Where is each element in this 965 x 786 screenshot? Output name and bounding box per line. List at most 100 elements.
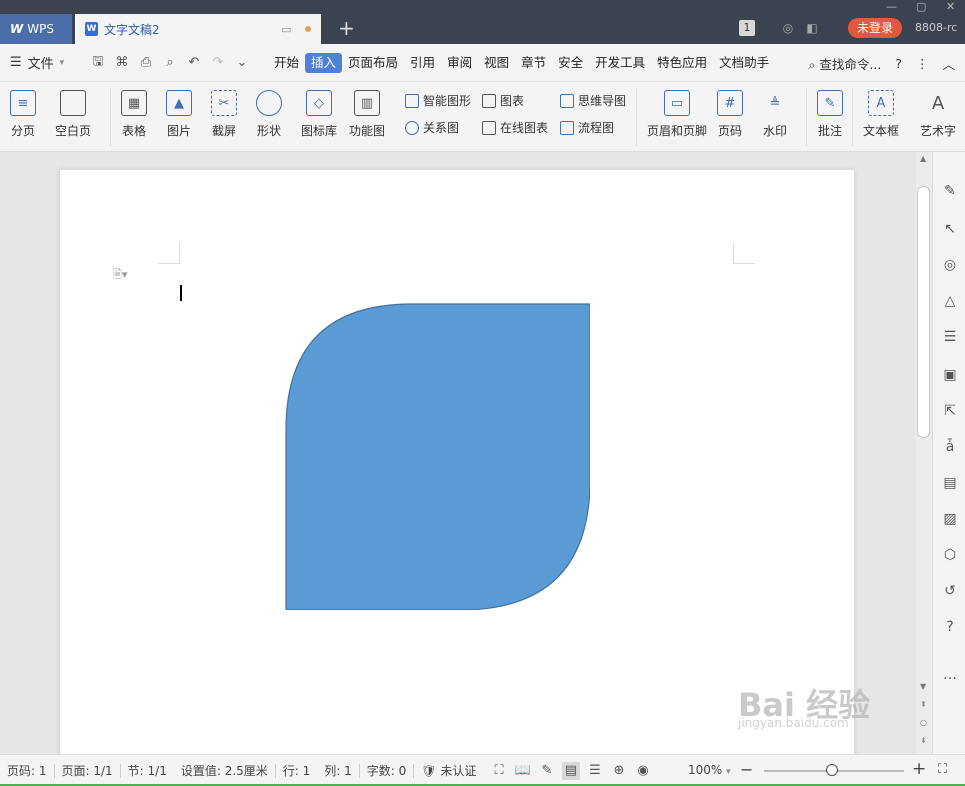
translate-icon[interactable]: ǡ	[941, 438, 959, 456]
ribbon-divider	[110, 88, 111, 146]
tab-developer[interactable]: 开发工具	[589, 53, 651, 73]
redo-icon[interactable]: ↷	[206, 55, 230, 70]
page-break-button[interactable]: ≡ 分页	[10, 90, 36, 139]
zoom-out-button[interactable]: −	[740, 760, 753, 779]
status-certification[interactable]: 🛡 未认证	[414, 762, 483, 779]
picture-panel-icon[interactable]: ▨	[941, 510, 959, 528]
mindmap-button[interactable]: 思维导图	[560, 92, 626, 109]
icon-library-button[interactable]: ◇ 图标库	[301, 90, 337, 139]
write-mode-icon[interactable]: ✎	[538, 762, 556, 780]
status-column[interactable]: 列: 1	[317, 762, 359, 779]
file-menu[interactable]: ☰ 文件 ▾	[0, 53, 86, 72]
status-word-count[interactable]: 字数: 0	[360, 762, 414, 779]
tab-chapter[interactable]: 章节	[515, 53, 552, 73]
select-pointer-icon[interactable]: ↖	[941, 220, 959, 238]
online-chart-button[interactable]: 在线图表	[482, 119, 548, 136]
backup-icon[interactable]: ⬡	[941, 546, 959, 564]
next-page-icon[interactable]: ⇟	[920, 736, 927, 745]
paragraph-layout-icon[interactable]: 🗎▾	[113, 266, 127, 285]
function-chart-button[interactable]: ▥ 功能图	[349, 90, 385, 139]
picture-button[interactable]: ▲ 图片	[166, 90, 192, 139]
tab-view[interactable]: 视图	[478, 53, 515, 73]
close-icon[interactable]: ✕	[946, 0, 955, 13]
minimize-icon[interactable]: —	[886, 0, 897, 13]
outline-view-icon[interactable]: ☰	[586, 762, 604, 780]
leaf-shape[interactable]	[280, 300, 590, 610]
scroll-up-icon[interactable]: ▲	[920, 154, 926, 163]
chart-button[interactable]: 图表	[482, 92, 524, 109]
zoom-slider-thumb[interactable]	[826, 764, 838, 776]
scroll-thumb[interactable]	[917, 186, 930, 438]
new-tab-button[interactable]: +	[338, 18, 355, 38]
save-icon[interactable]: 🖫	[86, 52, 110, 74]
archive-icon[interactable]: ▤	[941, 474, 959, 492]
command-search[interactable]: ⌕ 查找命令...	[808, 54, 881, 73]
zoom-level[interactable]: 100% ▾	[688, 763, 731, 777]
shapes-icon[interactable]: ◎	[941, 256, 959, 274]
print-icon[interactable]: ⎙	[134, 55, 158, 70]
flowchart-button[interactable]: 流程图	[560, 119, 614, 136]
tab-home[interactable]: 开始	[268, 53, 305, 73]
more-dots-icon[interactable]: …	[941, 666, 959, 684]
textbox-button[interactable]: A 文本框	[863, 90, 899, 139]
tab-special[interactable]: 特色应用	[651, 53, 713, 73]
tab-page-layout[interactable]: 页面布局	[342, 53, 404, 73]
shape-button[interactable]: 形状	[256, 90, 282, 139]
status-section[interactable]: 节: 1/1	[121, 762, 174, 779]
scroll-down-icon[interactable]: ▼	[920, 682, 926, 691]
wordart-button[interactable]: A 艺术字	[920, 90, 956, 139]
watermark-button[interactable]: ≜ 水印	[762, 90, 788, 139]
status-page-number[interactable]: 页码: 1	[0, 762, 54, 779]
wps-home-tab[interactable]: W WPS	[0, 14, 72, 44]
fullscreen-icon[interactable]: ⛶	[490, 762, 508, 780]
page-view-icon[interactable]: ▤	[562, 762, 580, 780]
history-icon[interactable]: ↺	[941, 582, 959, 600]
smart-art-button[interactable]: 智能图形	[405, 92, 471, 109]
collapse-ribbon-icon[interactable]: ︿	[942, 54, 955, 73]
select-browse-icon[interactable]: ○	[920, 718, 927, 727]
eye-protection-icon[interactable]: ◉	[634, 762, 652, 780]
tab-doc-assistant[interactable]: 文档助手	[713, 53, 775, 73]
feedback-icon[interactable]: ◧	[804, 20, 820, 36]
properties-icon[interactable]: ☰	[941, 328, 959, 346]
undo-icon[interactable]: ↶	[182, 55, 206, 70]
comment-button[interactable]: ✎ 批注	[817, 90, 843, 139]
screenshot-button[interactable]: ✂ 截屏	[211, 90, 237, 139]
help-icon[interactable]: ?	[895, 56, 902, 71]
window-count-badge[interactable]: 1	[739, 20, 755, 36]
zoom-in-button[interactable]: +	[912, 759, 926, 779]
tab-review[interactable]: 审阅	[441, 53, 478, 73]
fit-window-icon[interactable]: ⛶	[938, 762, 947, 777]
header-footer-button[interactable]: ▭ 页眉和页脚	[647, 90, 707, 139]
relation-chart-button[interactable]: 关系图	[405, 119, 459, 136]
status-row[interactable]: 行: 1	[276, 762, 318, 779]
function-chart-icon: ▥	[354, 90, 380, 116]
maximize-icon[interactable]: ▢	[916, 0, 926, 13]
login-button[interactable]: 未登录	[848, 18, 902, 38]
page-number-button[interactable]: # 页码	[717, 90, 743, 139]
monitor-icon[interactable]: ▭	[281, 23, 291, 36]
web-view-icon[interactable]: ⊕	[610, 762, 628, 780]
status-setting[interactable]: 设置值: 2.5厘米	[174, 762, 275, 779]
tab-security[interactable]: 安全	[552, 53, 589, 73]
tab-insert[interactable]: 插入	[305, 52, 343, 73]
share-icon[interactable]: ⇱	[941, 402, 959, 420]
tab-references[interactable]: 引用	[404, 53, 441, 73]
document-page[interactable]: 🗎▾	[60, 170, 854, 760]
status-pages[interactable]: 页面: 1/1	[55, 762, 120, 779]
table-button[interactable]: ▦ 表格	[121, 90, 147, 139]
skin-icon[interactable]: ◎	[780, 20, 796, 36]
more-icon[interactable]: ⋮	[916, 56, 929, 71]
style-icon[interactable]: △	[941, 292, 959, 310]
format-painter-icon[interactable]: ⌘	[110, 55, 134, 70]
customize-icon[interactable]: ⌄	[230, 55, 254, 70]
print-preview-icon[interactable]: ⌕	[158, 55, 182, 70]
document-tab[interactable]: W 文字文稿2 ▭	[75, 14, 321, 44]
status-certification-label: 未认证	[440, 764, 477, 778]
image-library-icon[interactable]: ▣	[941, 366, 959, 384]
blank-page-button[interactable]: 空白页	[55, 90, 91, 139]
help-circle-icon[interactable]: ?	[941, 618, 959, 636]
read-mode-icon[interactable]: 📖	[514, 762, 532, 780]
prev-page-icon[interactable]: ⇞	[920, 700, 927, 709]
edit-pen-icon[interactable]: ✎	[941, 182, 959, 200]
